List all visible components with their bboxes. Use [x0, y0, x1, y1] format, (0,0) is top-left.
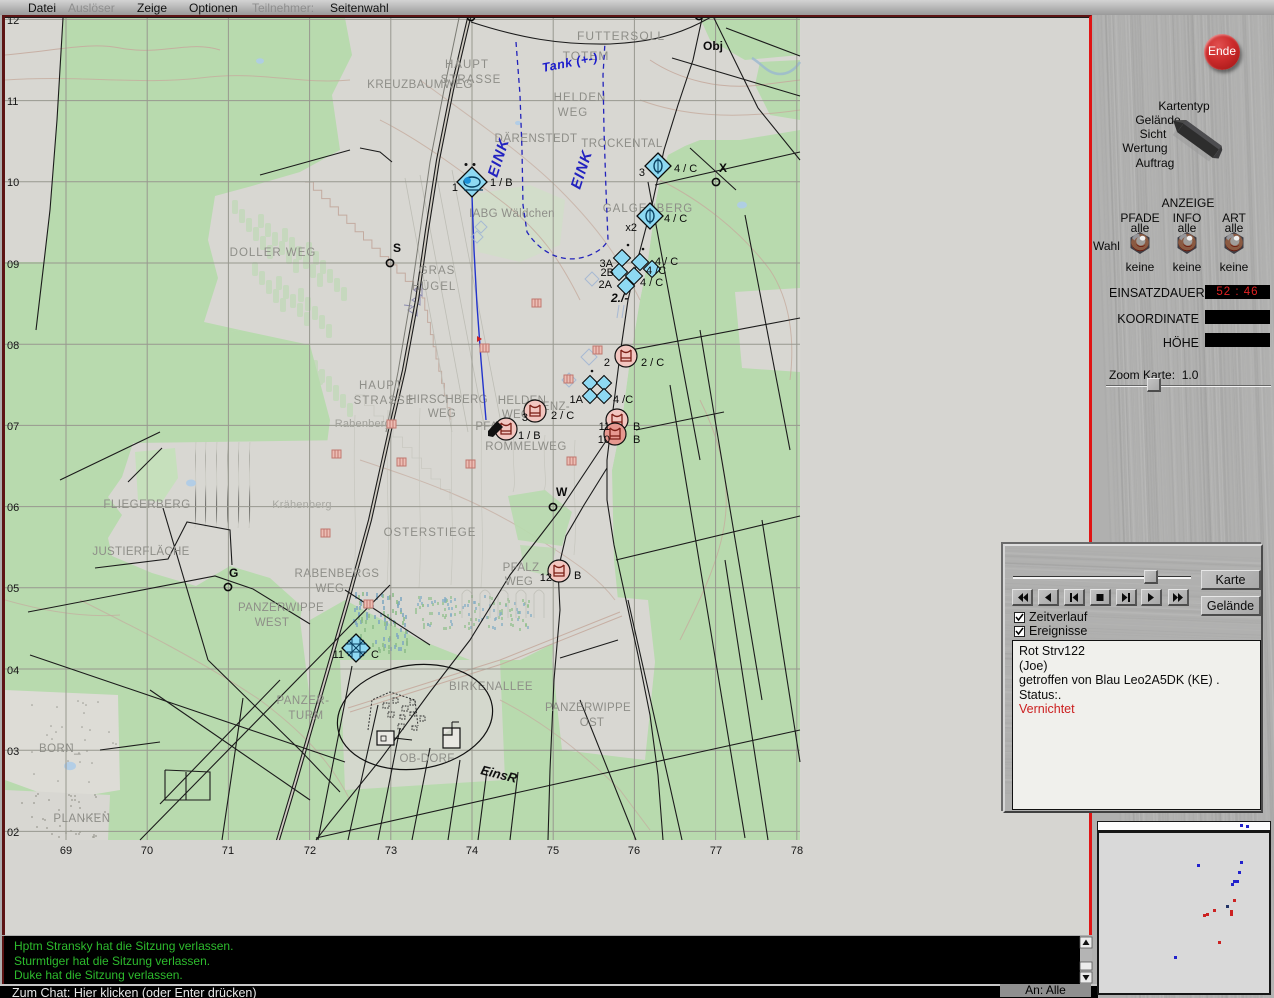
svg-text:TROCKENTAL: TROCKENTAL: [581, 138, 663, 150]
svg-text:3: 3: [639, 167, 645, 179]
svg-text:GRAS: GRAS: [419, 265, 456, 277]
svg-text:STRASSE: STRASSE: [354, 395, 415, 407]
svg-text:11: 11: [7, 96, 18, 108]
svg-text:1 / B: 1 / B: [518, 430, 541, 442]
svg-text:RABENBERGS: RABENBERGS: [295, 568, 380, 580]
svg-text:TURM: TURM: [288, 710, 323, 722]
svg-text:11: 11: [333, 649, 344, 661]
svg-text:WEST: WEST: [255, 617, 289, 629]
svg-text:HELDEN: HELDEN: [554, 92, 607, 104]
svg-text:FLIEGERBERG: FLIEGERBERG: [103, 499, 190, 511]
svg-text:WEG: WEG: [316, 583, 345, 595]
svg-text:08: 08: [7, 340, 19, 352]
svg-text:75: 75: [547, 845, 559, 857]
svg-text:03: 03: [7, 746, 19, 758]
svg-text:02: 02: [7, 827, 19, 839]
svg-text:OSTERSTIEGE: OSTERSTIEGE: [384, 527, 477, 539]
svg-text:B: B: [633, 434, 640, 446]
svg-text:PANZERWIPPE: PANZERWIPPE: [545, 702, 631, 714]
svg-text:4 / C: 4 / C: [664, 213, 687, 225]
svg-text:HÜGEL: HÜGEL: [412, 281, 457, 293]
svg-text:12: 12: [540, 572, 552, 584]
svg-text:3: 3: [522, 412, 528, 424]
svg-text:1A: 1A: [570, 394, 584, 406]
svg-text:PANZERWIPPE: PANZERWIPPE: [238, 602, 324, 614]
svg-text:PLANKEN: PLANKEN: [53, 813, 110, 825]
svg-text:72: 72: [304, 845, 316, 857]
svg-text:71: 71: [222, 845, 234, 857]
svg-text:OST: OST: [580, 717, 605, 729]
svg-text:10: 10: [598, 434, 610, 446]
svg-text:WEG: WEG: [558, 107, 588, 119]
svg-text:69: 69: [60, 845, 72, 857]
svg-text:W: W: [556, 485, 568, 499]
svg-text:04: 04: [7, 665, 19, 677]
svg-text:G: G: [229, 566, 238, 580]
svg-text:B: B: [574, 570, 581, 582]
svg-text:1: 1: [452, 182, 458, 194]
svg-text:2A: 2A: [599, 279, 613, 291]
svg-text:HIRSCHBERG: HIRSCHBERG: [408, 394, 488, 406]
svg-text:4 /C: 4 /C: [646, 265, 666, 277]
svg-text:x2: x2: [625, 222, 637, 234]
svg-text:HAUPT: HAUPT: [445, 59, 489, 71]
svg-text:JUSTIERFLÄCHE: JUSTIERFLÄCHE: [92, 546, 189, 558]
svg-text:FUTTERSOLL: FUTTERSOLL: [577, 29, 665, 43]
svg-text:09: 09: [7, 259, 19, 271]
svg-text:Krähenberg: Krähenberg: [272, 499, 332, 511]
svg-text:77: 77: [710, 845, 722, 857]
svg-text:11: 11: [599, 421, 610, 433]
svg-text:78: 78: [791, 845, 803, 857]
svg-text:WEG: WEG: [505, 576, 533, 588]
svg-text:WEG: WEG: [428, 408, 456, 420]
svg-text:12: 12: [7, 18, 19, 27]
svg-text:1 / B: 1 / B: [490, 177, 513, 189]
svg-text:HAUPT: HAUPT: [359, 380, 403, 392]
svg-text:PANZER-: PANZER-: [276, 695, 329, 707]
svg-text:4 / C: 4 / C: [674, 163, 697, 175]
svg-text:2B: 2B: [601, 267, 614, 279]
svg-text:4 / C: 4 / C: [640, 277, 663, 289]
svg-text:2: 2: [604, 357, 610, 369]
svg-text:70: 70: [141, 845, 153, 857]
svg-text:05: 05: [7, 583, 19, 595]
svg-text:BIRKENALLEE: BIRKENALLEE: [449, 681, 533, 693]
svg-text:B: B: [633, 421, 640, 433]
svg-text:4 /C: 4 /C: [613, 394, 633, 406]
svg-text:BORN_: BORN_: [39, 743, 81, 755]
svg-text:PFALZ: PFALZ: [503, 562, 540, 574]
svg-text:X: X: [719, 161, 727, 175]
svg-text:74: 74: [466, 845, 478, 857]
svg-text:Obj: Obj: [703, 39, 723, 53]
svg-text:10: 10: [7, 177, 19, 189]
svg-text:06: 06: [7, 502, 19, 514]
svg-text:2./-: 2./-: [610, 291, 628, 305]
svg-text:ROMMELWEG: ROMMELWEG: [485, 441, 567, 453]
svg-text:76: 76: [628, 845, 640, 857]
svg-text:2 / C: 2 / C: [551, 410, 574, 422]
svg-text:C: C: [371, 649, 379, 661]
svg-text:IABG Wäldchen: IABG Wäldchen: [469, 208, 555, 220]
svg-text:S: S: [393, 241, 401, 255]
svg-text:DOLLER WEG: DOLLER WEG: [230, 247, 317, 259]
svg-text:07: 07: [7, 421, 19, 433]
svg-text:KREUZBAUMWEG: KREUZBAUMWEG: [367, 79, 473, 91]
svg-text:73: 73: [385, 845, 397, 857]
svg-text:2 / C: 2 / C: [641, 357, 664, 369]
